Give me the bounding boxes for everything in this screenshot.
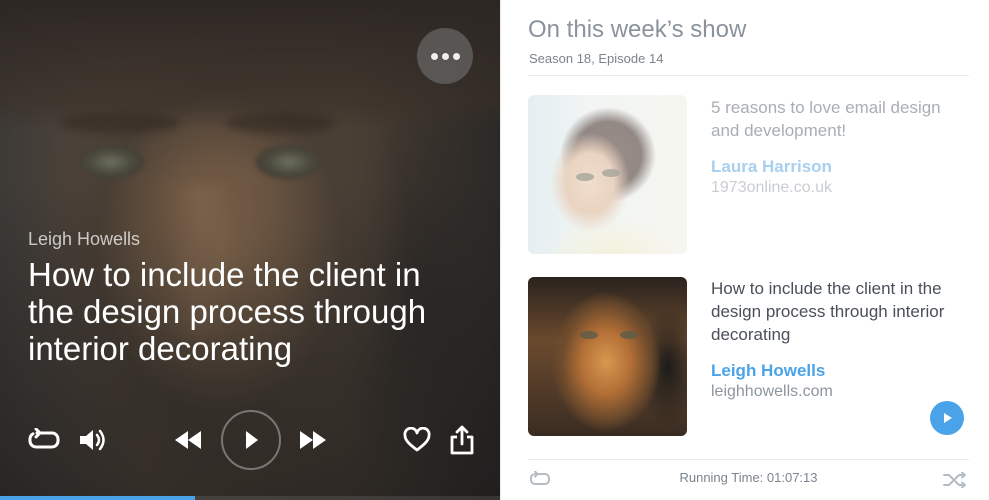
player-title: How to include the client in the design …: [28, 256, 427, 367]
video-player[interactable]: Leigh Howells How to include the client …: [0, 0, 500, 500]
list-item[interactable]: How to include the client in the design …: [528, 277, 969, 437]
panel-footer: Running Time: 01:07:13: [528, 460, 969, 500]
episode-info: Season 18, Episode 14: [529, 51, 664, 66]
fast-forward-icon: [300, 431, 326, 449]
shuffle-icon: [943, 472, 966, 488]
like-button[interactable]: [402, 426, 432, 454]
episode-thumbnail: [528, 277, 687, 436]
heart-icon: [403, 427, 431, 452]
episode-site: 1973online.co.uk: [711, 179, 832, 196]
repeat-icon: [28, 428, 60, 449]
episode-play-button[interactable]: [930, 401, 964, 435]
more-options-button[interactable]: [417, 28, 473, 84]
more-dots-icon: [430, 52, 438, 60]
player-controls: [0, 410, 500, 470]
panel-title: On this week’s show: [528, 16, 747, 43]
episode-site: leighhowells.com: [711, 383, 833, 400]
divider: [528, 75, 969, 76]
episode-title: How to include the client in the design …: [711, 279, 945, 344]
share-icon: [450, 425, 474, 455]
share-button[interactable]: [448, 424, 476, 456]
episode-author-link[interactable]: Leigh Howells: [711, 361, 825, 381]
rewind-icon: [175, 431, 201, 449]
play-icon: [944, 413, 952, 423]
episode-title: 5 reasons to love email design and devel…: [711, 98, 941, 140]
running-time: Running Time: 01:07:13: [679, 470, 818, 485]
player-author: Leigh Howells: [28, 229, 141, 249]
shuffle-button[interactable]: [942, 471, 968, 489]
play-icon: [246, 431, 258, 449]
episode-author-link[interactable]: Laura Harrison: [711, 157, 832, 177]
fast-forward-button[interactable]: [298, 428, 328, 452]
episode-panel: On this week’s show Season 18, Episode 1…: [500, 0, 989, 500]
repeat-button[interactable]: [28, 426, 60, 454]
rewind-button[interactable]: [173, 428, 203, 452]
progress-bar[interactable]: [0, 496, 500, 500]
list-item[interactable]: 5 reasons to love email design and devel…: [528, 95, 969, 255]
volume-button[interactable]: [78, 426, 108, 454]
progress-fill: [0, 496, 195, 500]
play-button[interactable]: [221, 410, 281, 470]
episode-thumbnail: [528, 95, 687, 254]
volume-icon: [80, 429, 105, 451]
